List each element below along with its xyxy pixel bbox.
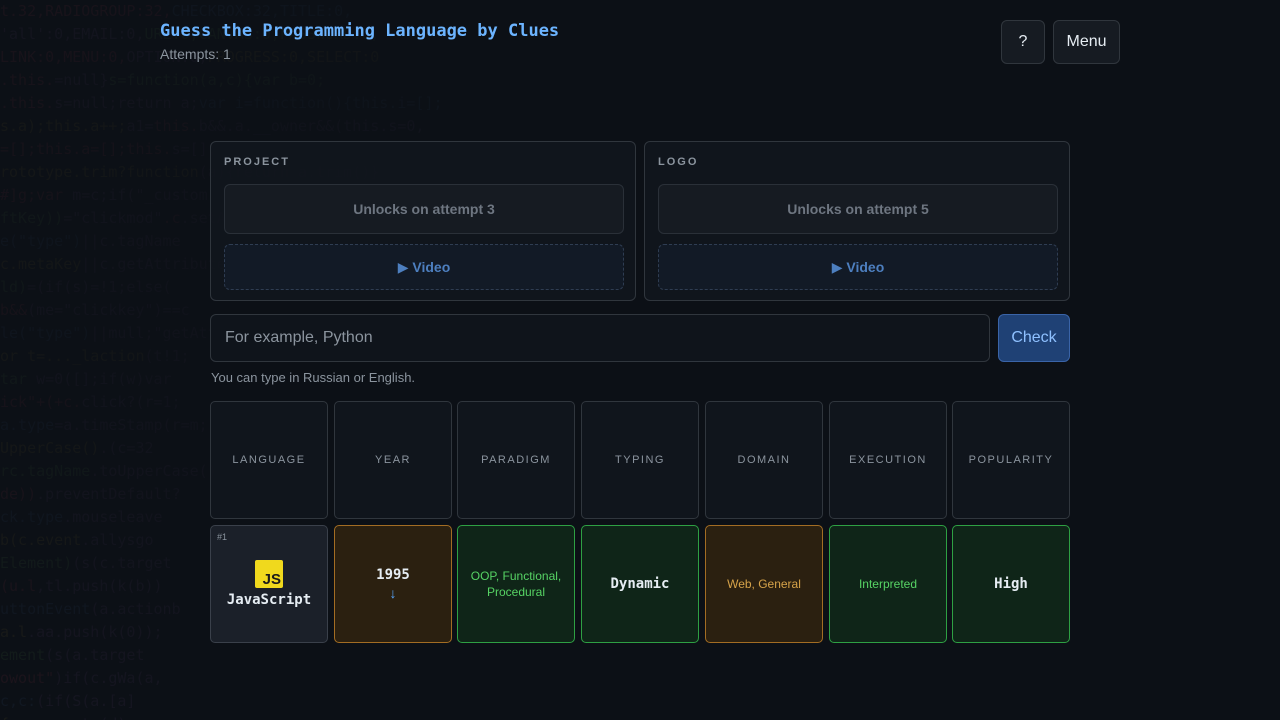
column-header-typing: TYPING: [581, 401, 699, 519]
page-title: Guess the Programming Language by Clues: [160, 21, 560, 41]
column-header-language: LANGUAGE: [210, 401, 328, 519]
guess-cell-domain: Web, General: [705, 525, 823, 643]
javascript-logo-icon: JS: [255, 560, 283, 588]
guess-language-name: JavaScript: [226, 592, 312, 608]
project-video-button[interactable]: ▶ Video: [224, 244, 624, 290]
project-hint-card: PROJECT Unlocks on attempt 3 ▶ Video: [210, 141, 636, 301]
column-header-paradigm: PARADIGM: [457, 401, 575, 519]
guess-cell-popularity: High: [952, 525, 1070, 643]
arrow-down-icon: ↓: [389, 585, 397, 601]
column-header-year: YEAR: [334, 401, 452, 519]
guess-cell-execution: Interpreted: [829, 525, 947, 643]
guess-popularity-value: High: [994, 576, 1028, 592]
check-button[interactable]: Check: [998, 314, 1070, 362]
column-header-domain: DOMAIN: [705, 401, 823, 519]
guess-cell-language: #1 JS JavaScript: [210, 525, 328, 643]
guess-paradigm-value: OOP, Functional, Procedural: [470, 569, 562, 599]
game-page: Guess the Programming Language by Clues …: [0, 0, 1280, 720]
logo-video-button[interactable]: ▶ Video: [658, 244, 1058, 290]
hint-label: PROJECT: [224, 156, 290, 168]
guess-domain-value: Web, General: [727, 577, 801, 591]
column-header-popularity: POPULARITY: [952, 401, 1070, 519]
guess-execution-value: Interpreted: [858, 577, 918, 591]
input-hint: You can type in Russian or English.: [211, 370, 416, 385]
column-header-execution: EXECUTION: [829, 401, 947, 519]
guess-cell-paradigm: OOP, Functional, Procedural: [457, 525, 575, 643]
attempts-counter: Attempts: 1: [160, 46, 231, 62]
help-button[interactable]: ?: [1001, 20, 1045, 64]
logo-locked-box: Unlocks on attempt 5: [658, 184, 1058, 234]
guess-year-value: 1995: [376, 567, 410, 583]
project-locked-box: Unlocks on attempt 3: [224, 184, 624, 234]
guess-cell-year: 1995 ↓: [334, 525, 452, 643]
guess-number: #1: [217, 532, 228, 542]
guess-cell-typing: Dynamic: [581, 525, 699, 643]
logo-hint-card: LOGO Unlocks on attempt 5 ▶ Video: [644, 141, 1070, 301]
menu-button[interactable]: Menu: [1053, 20, 1120, 64]
hint-label: LOGO: [658, 156, 699, 168]
language-guess-input[interactable]: [210, 314, 990, 362]
guess-typing-value: Dynamic: [610, 576, 670, 592]
